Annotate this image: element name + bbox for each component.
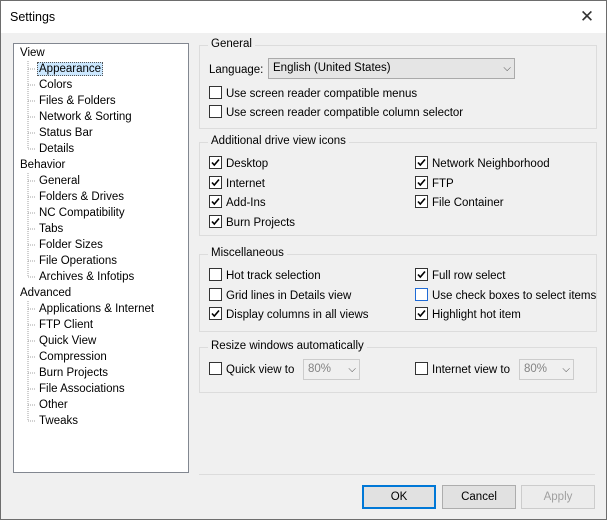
misc-group-title: Miscellaneous	[208, 247, 287, 259]
screen-reader-menus-checkbox[interactable]: Use screen reader compatible menus	[209, 86, 417, 102]
internet-checkbox[interactable]: Internet	[209, 176, 265, 192]
tree-item-quick-view[interactable]: Quick View	[37, 333, 98, 349]
tree-item-nc-compatibility[interactable]: NC Compatibility	[37, 205, 127, 221]
checkbox-empty	[415, 288, 428, 301]
quick-view-checkbox[interactable]: Quick view to	[209, 362, 294, 378]
quick-view-zoom-value: 80%	[308, 363, 332, 375]
tree-item-general[interactable]: General	[37, 173, 82, 189]
checkmark-icon	[415, 307, 428, 320]
use-check-boxes-checkbox[interactable]: Use check boxes to select items	[415, 288, 596, 304]
tree-item-tweaks[interactable]: Tweaks	[37, 413, 80, 429]
close-icon[interactable]: ✕	[576, 6, 598, 28]
checkbox-empty	[415, 362, 428, 375]
tree-item-compression[interactable]: Compression	[37, 349, 109, 365]
drive-icons-group-title: Additional drive view icons	[208, 135, 349, 147]
tree-item-applications-internet[interactable]: Applications & Internet	[37, 301, 156, 317]
language-select[interactable]: English (United States) ⌵	[268, 58, 515, 79]
tree-item-other[interactable]: Other	[37, 397, 70, 413]
ftp-checkbox[interactable]: FTP	[415, 176, 454, 192]
tree-item-file-associations[interactable]: File Associations	[37, 381, 127, 397]
network-neighborhood-checkbox[interactable]: Network Neighborhood	[415, 156, 550, 172]
tree-item-archives-infotips[interactable]: Archives & Infotips	[37, 269, 136, 285]
tree-item-network-sorting[interactable]: Network & Sorting	[37, 109, 134, 125]
desktop-checkbox[interactable]: Desktop	[209, 156, 268, 172]
tree-item-files-folders[interactable]: Files & Folders	[37, 93, 118, 109]
checkbox-empty	[209, 268, 222, 281]
chevron-down-icon: ⌵	[503, 63, 511, 74]
checkmark-icon	[209, 176, 222, 189]
checkbox-empty	[209, 288, 222, 301]
general-group: General Language: English (United States…	[199, 38, 597, 129]
burn-projects-checkbox[interactable]: Burn Projects	[209, 215, 295, 231]
highlight-hot-item-checkbox[interactable]: Highlight hot item	[415, 307, 521, 323]
cancel-button[interactable]: Cancel	[442, 485, 516, 509]
grid-lines-checkbox[interactable]: Grid lines in Details view	[209, 288, 351, 304]
language-label: Language:	[209, 64, 264, 76]
quick-view-zoom-select[interactable]: 80% ⌵	[303, 359, 360, 380]
button-separator	[199, 474, 595, 475]
tree-item-tabs[interactable]: Tabs	[37, 221, 65, 237]
tree-node-behavior[interactable]: Behavior	[18, 157, 67, 173]
chevron-down-icon: ⌵	[348, 364, 356, 375]
tree-item-status-bar[interactable]: Status Bar	[37, 125, 95, 141]
tree-item-folders-drives[interactable]: Folders & Drives	[37, 189, 126, 205]
checkmark-icon	[415, 156, 428, 169]
title-bar: Settings ✕	[1, 1, 606, 33]
add-ins-checkbox[interactable]: Add-Ins	[209, 195, 266, 211]
ok-button[interactable]: OK	[362, 485, 436, 509]
settings-tree[interactable]: View Appearance Colors Files & Folders N…	[13, 43, 189, 473]
apply-button[interactable]: Apply	[521, 485, 595, 509]
internet-view-zoom-select[interactable]: 80% ⌵	[519, 359, 574, 380]
hot-track-checkbox[interactable]: Hot track selection	[209, 268, 321, 284]
tree-node-advanced[interactable]: Advanced	[18, 285, 73, 301]
tree-item-colors[interactable]: Colors	[37, 77, 74, 93]
tree-item-file-operations[interactable]: File Operations	[37, 253, 119, 269]
misc-group: Miscellaneous Hot track selection Grid l…	[199, 247, 597, 332]
screen-reader-columns-checkbox[interactable]: Use screen reader compatible column sele…	[209, 105, 463, 121]
checkbox-empty	[209, 362, 222, 375]
tree-item-burn-projects[interactable]: Burn Projects	[37, 365, 110, 381]
resize-group-title: Resize windows automatically	[208, 340, 367, 352]
display-columns-checkbox[interactable]: Display columns in all views	[209, 307, 369, 323]
tree-item-details[interactable]: Details	[37, 141, 76, 157]
checkmark-icon	[415, 176, 428, 189]
resize-group: Resize windows automatically Quick view …	[199, 340, 597, 393]
checkmark-icon	[209, 156, 222, 169]
general-group-title: General	[208, 38, 255, 50]
checkmark-icon	[415, 195, 428, 208]
chevron-down-icon: ⌵	[562, 364, 570, 375]
checkmark-icon	[209, 215, 222, 228]
window-title: Settings	[10, 10, 56, 24]
tree-item-folder-sizes[interactable]: Folder Sizes	[37, 237, 105, 253]
checkmark-icon	[209, 307, 222, 320]
checkmark-icon	[415, 268, 428, 281]
internet-view-checkbox[interactable]: Internet view to	[415, 362, 510, 378]
settings-dialog: Settings ✕ View Appearance Colors Files …	[0, 0, 607, 520]
drive-icons-group: Additional drive view icons Desktop Inte…	[199, 135, 597, 236]
tree-item-appearance[interactable]: Appearance	[37, 61, 104, 77]
tree-item-ftp-client[interactable]: FTP Client	[37, 317, 95, 333]
checkmark-icon	[209, 195, 222, 208]
internet-view-zoom-value: 80%	[524, 363, 548, 375]
tree-node-view[interactable]: View	[18, 45, 47, 61]
language-value: English (United States)	[273, 62, 391, 74]
full-row-select-checkbox[interactable]: Full row select	[415, 268, 506, 284]
file-container-checkbox[interactable]: File Container	[415, 195, 504, 211]
